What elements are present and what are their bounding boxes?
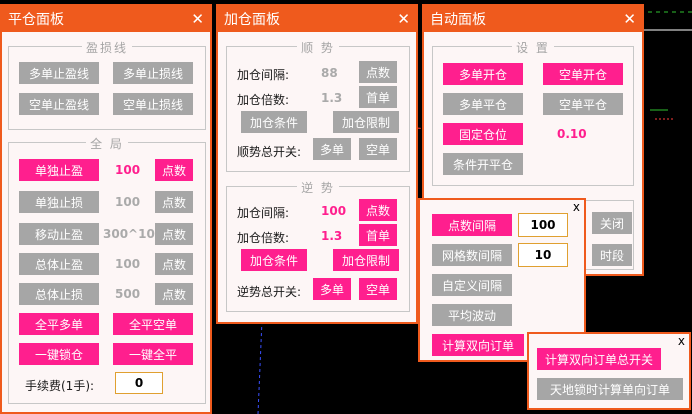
lock-unidirectional-order-button[interactable]: 天地锁时计算单向订单 xyxy=(537,378,683,400)
total-take-profit-value: 100 xyxy=(115,257,141,271)
trend-interval-points-button[interactable]: 点数 xyxy=(359,61,397,83)
stoploss-group-title: 盈损线 xyxy=(81,41,132,55)
single-stop-loss-button[interactable]: 单独止损 xyxy=(19,191,99,213)
grid-count-interval-input[interactable]: 10 xyxy=(518,243,568,267)
fixed-position-button[interactable]: 固定仓位 xyxy=(443,123,523,145)
trend-group-title: 顺 势 xyxy=(297,41,339,55)
auto-panel: 自动面板 ✕ 设 置 多单开仓 空单开仓 多单平仓 空单平仓 固定仓位 0.10… xyxy=(422,4,644,198)
short-open-button[interactable]: 空单开仓 xyxy=(543,63,623,85)
trend-add-condition-button[interactable]: 加仓条件 xyxy=(241,111,307,133)
close-panel: 平仓面板 ✕ 盈损线 多单止盈线 多单止损线 空单止盈线 空单止损线 全 局 单… xyxy=(0,4,212,414)
trend-interval-label: 加仓间隔: xyxy=(237,68,290,82)
auto-panel-close-icon[interactable]: ✕ xyxy=(623,10,636,28)
add-panel-close-icon[interactable]: ✕ xyxy=(397,10,410,28)
conditional-open-close-button[interactable]: 条件开平仓 xyxy=(443,153,523,175)
fixed-position-value: 0.10 xyxy=(557,127,587,141)
auto-settings-group: 设 置 多单开仓 空单开仓 多单平仓 空单平仓 固定仓位 0.10 条件开平仓 xyxy=(432,41,634,186)
auto-panel-title: 自动面板 xyxy=(430,12,486,28)
long-stop-loss-line-button[interactable]: 多单止损线 xyxy=(113,62,193,84)
global-group-title: 全 局 xyxy=(86,137,128,151)
counter-long-button[interactable]: 多单 xyxy=(313,278,351,300)
point-interval-button[interactable]: 点数间隔 xyxy=(432,214,512,236)
trend-interval-value: 88 xyxy=(321,66,338,80)
trend-short-button[interactable]: 空单 xyxy=(359,138,397,160)
fee-input[interactable]: 0 xyxy=(115,372,163,394)
trend-multiplier-value: 1.3 xyxy=(321,91,343,105)
long-take-profit-line-button[interactable]: 多单止盈线 xyxy=(19,62,99,84)
custom-interval-button[interactable]: 自定义间隔 xyxy=(432,274,512,296)
grid-popup-close-icon[interactable]: x xyxy=(573,200,580,214)
average-volatility-button[interactable]: 平均波动 xyxy=(432,304,512,326)
add-panel-title: 加仓面板 xyxy=(224,12,280,28)
grid-count-interval-button[interactable]: 网格数间隔 xyxy=(432,244,512,266)
close-panel-title: 平仓面板 xyxy=(8,12,64,28)
single-take-profit-points-button[interactable]: 点数 xyxy=(155,159,193,181)
counter-add-condition-button[interactable]: 加仓条件 xyxy=(241,249,307,271)
trend-add-limit-button[interactable]: 加仓限制 xyxy=(333,111,399,133)
one-click-close-all-button[interactable]: 一键全平 xyxy=(113,343,193,365)
stoploss-lines-group: 盈损线 多单止盈线 多单止损线 空单止盈线 空单止损线 xyxy=(8,41,206,130)
total-stop-loss-points-button[interactable]: 点数 xyxy=(155,283,193,305)
short-close-button[interactable]: 空单平仓 xyxy=(543,93,623,115)
total-take-profit-points-button[interactable]: 点数 xyxy=(155,253,193,275)
order-switch-popup: x 计算双向订单总开关 天地锁时计算单向订单 xyxy=(527,332,691,410)
short-stop-loss-line-button[interactable]: 空单止损线 xyxy=(113,93,193,115)
calc-bidirectional-orders-button[interactable]: 计算双向订单 xyxy=(432,334,524,356)
trend-long-button[interactable]: 多单 xyxy=(313,138,351,160)
one-click-lock-button[interactable]: 一键锁仓 xyxy=(19,343,99,365)
counter-multiplier-value: 1.3 xyxy=(321,229,343,243)
total-take-profit-button[interactable]: 总体止盈 xyxy=(19,253,99,275)
order-popup-close-icon[interactable]: x xyxy=(678,334,685,348)
counter-first-order-button[interactable]: 首单 xyxy=(359,224,397,246)
short-take-profit-line-button[interactable]: 空单止盈线 xyxy=(19,93,99,115)
close-all-short-button[interactable]: 全平空单 xyxy=(113,313,193,335)
single-take-profit-value: 100 xyxy=(115,163,141,177)
add-position-panel: 加仓面板 ✕ 顺 势 加仓间隔: 88 点数 加仓倍数: 1.3 首单 加仓条件… xyxy=(216,4,418,324)
close-switch-button[interactable]: 关闭 xyxy=(592,212,632,234)
counter-multiplier-label: 加仓倍数: xyxy=(237,231,290,245)
long-close-button[interactable]: 多单平仓 xyxy=(443,93,523,115)
global-group: 全 局 单独止盈 100 点数 单独止损 100 点数 移动止盈 300^100… xyxy=(8,137,206,404)
point-interval-input[interactable]: 100 xyxy=(518,213,568,237)
session-button[interactable]: 时段 xyxy=(592,244,632,266)
counter-interval-points-button[interactable]: 点数 xyxy=(359,199,397,221)
single-stop-loss-value: 100 xyxy=(115,195,141,209)
total-stop-loss-value: 500 xyxy=(115,287,141,301)
auto-panel-titlebar[interactable]: 自动面板 ✕ xyxy=(424,6,642,32)
counter-add-limit-button[interactable]: 加仓限制 xyxy=(333,249,399,271)
counter-short-button[interactable]: 空单 xyxy=(359,278,397,300)
trailing-stop-button[interactable]: 移动止盈 xyxy=(19,223,99,245)
fee-label: 手续费(1手): xyxy=(25,379,95,393)
single-take-profit-button[interactable]: 单独止盈 xyxy=(19,159,99,181)
close-all-long-button[interactable]: 全平多单 xyxy=(19,313,99,335)
counter-trend-group: 逆 势 加仓间隔: 100 点数 加仓倍数: 1.3 首单 加仓条件 加仓限制 … xyxy=(226,181,410,312)
close-panel-titlebar[interactable]: 平仓面板 ✕ xyxy=(2,6,210,32)
trailing-stop-points-button[interactable]: 点数 xyxy=(155,223,193,245)
total-stop-loss-button[interactable]: 总体止损 xyxy=(19,283,99,305)
counter-group-title: 逆 势 xyxy=(297,181,339,195)
counter-interval-value: 100 xyxy=(321,204,347,218)
trend-group: 顺 势 加仓间隔: 88 点数 加仓倍数: 1.3 首单 加仓条件 加仓限制 顺… xyxy=(226,41,410,172)
long-open-button[interactable]: 多单开仓 xyxy=(443,63,523,85)
auto-settings-title: 设 置 xyxy=(512,41,554,55)
trend-first-order-button[interactable]: 首单 xyxy=(359,86,397,108)
bidirectional-master-switch-button[interactable]: 计算双向订单总开关 xyxy=(537,348,661,370)
add-panel-titlebar[interactable]: 加仓面板 ✕ xyxy=(218,6,416,32)
counter-interval-label: 加仓间隔: xyxy=(237,206,290,220)
close-panel-close-icon[interactable]: ✕ xyxy=(191,10,204,28)
counter-master-switch-label: 逆势总开关: xyxy=(237,285,302,299)
single-stop-loss-points-button[interactable]: 点数 xyxy=(155,191,193,213)
trend-multiplier-label: 加仓倍数: xyxy=(237,93,290,107)
trend-master-switch-label: 顺势总开关: xyxy=(237,145,302,159)
